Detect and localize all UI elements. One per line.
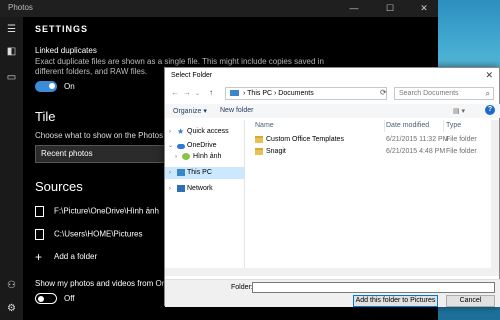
tile-heading: Tile xyxy=(35,109,56,124)
folder-input[interactable] xyxy=(252,282,495,293)
linked-duplicates-state: On xyxy=(64,82,75,91)
source-folder-row[interactable]: C:\Users\HOME\Pictures xyxy=(35,229,142,240)
cancel-button[interactable]: Cancel xyxy=(446,295,495,307)
network-icon xyxy=(177,185,185,192)
file-type: File folder xyxy=(446,136,477,143)
dialog-close-icon[interactable]: ✕ xyxy=(485,70,493,81)
tree-item-label: Network xyxy=(187,185,213,192)
file-type: File folder xyxy=(446,148,477,155)
tree-item-quick-access[interactable]: › ★ Quick access xyxy=(165,126,245,138)
column-date-modified[interactable]: Date modified xyxy=(386,122,429,129)
toggle-knob xyxy=(49,83,55,89)
navigation-tree: › ★ Quick access ⌄ OneDrive › Hình ảnh ›… xyxy=(165,120,245,276)
person-icon[interactable]: ⚇ xyxy=(0,275,23,297)
breadcrumb-documents[interactable]: Documents xyxy=(278,90,313,97)
source-folder-path: F:\Picture\OneDrive\Hình ảnh xyxy=(54,206,159,216)
tree-item-this-pc[interactable]: › This PC xyxy=(165,167,245,179)
column-headers: Name Date modified Type xyxy=(247,120,500,132)
navigation-bar: ← → ⌄ ↑ › This PC › Documents ⟳ Search D… xyxy=(165,85,500,103)
onedrive-label: Show my photos and videos from One xyxy=(35,279,171,288)
dialog-toolbar: Organize ▾ New folder ▤ ▾ ? xyxy=(165,104,500,118)
window-title: Photos xyxy=(8,3,33,12)
nav-rail: ☰ ◧ ▭ ⚇ ⚙ xyxy=(0,17,23,320)
pc-icon xyxy=(230,90,239,97)
organize-button[interactable]: Organize ▾ xyxy=(173,107,207,115)
tree-item-label: This PC xyxy=(187,169,212,176)
add-folder-button[interactable]: + Add a folder xyxy=(35,250,97,264)
search-placeholder: Search Documents xyxy=(399,90,459,97)
back-arrow-icon[interactable]: ← xyxy=(171,88,179,97)
tree-item-network[interactable]: › Network xyxy=(165,183,245,195)
folder-label: Folder: xyxy=(231,284,253,291)
close-button[interactable]: ✕ xyxy=(412,0,436,17)
history-chevron-icon[interactable]: ⌄ xyxy=(195,90,200,97)
dialog-title: Select Folder xyxy=(171,72,213,79)
up-arrow-icon[interactable]: ↑ xyxy=(209,88,213,97)
maximize-button[interactable]: ☐ xyxy=(378,0,402,17)
linked-duplicates-toggle[interactable] xyxy=(35,81,57,92)
gear-icon[interactable]: ⚙ xyxy=(0,298,23,320)
back-icon[interactable]: ◧ xyxy=(0,41,23,63)
folder-bar: Folder: Add this folder to Pictures Canc… xyxy=(165,279,500,307)
file-name: Custom Office Templates xyxy=(266,136,344,143)
folder-icon xyxy=(255,136,263,143)
source-folder-row[interactable]: F:\Picture\OneDrive\Hình ảnh xyxy=(35,206,159,217)
search-icon: ⌕ xyxy=(485,89,490,98)
help-icon[interactable]: ? xyxy=(485,105,495,115)
file-row[interactable]: Snagit 6/21/2015 4:48 PM File folder xyxy=(247,148,500,158)
expand-icon: › xyxy=(169,129,171,135)
new-folder-button[interactable]: New folder xyxy=(220,107,253,114)
sources-heading: Sources xyxy=(35,179,83,194)
star-icon: ★ xyxy=(177,127,185,136)
horizontal-scrollbar[interactable] xyxy=(165,268,493,276)
column-divider xyxy=(384,120,385,132)
tree-item-label: Quick access xyxy=(187,128,229,135)
linked-duplicates-label: Linked duplicates xyxy=(35,46,97,55)
add-folder-label: Add a folder xyxy=(54,252,98,262)
file-name: Snagit xyxy=(266,148,286,155)
expand-icon: › xyxy=(169,170,171,176)
address-bar[interactable]: › This PC › Documents xyxy=(225,87,387,100)
tree-item-label: Hình ảnh xyxy=(193,153,222,160)
column-divider xyxy=(443,120,444,132)
vertical-scrollbar[interactable] xyxy=(491,120,499,276)
forward-arrow-icon[interactable]: → xyxy=(183,88,191,97)
folder-icon xyxy=(35,229,44,240)
file-row[interactable]: Custom Office Templates 6/21/2015 11:32 … xyxy=(247,136,500,146)
minimize-button[interactable]: — xyxy=(342,0,366,17)
folder-icon xyxy=(255,148,263,155)
breadcrumb-this-pc[interactable]: This PC xyxy=(247,90,272,97)
title-bar: Photos — ☐ ✕ xyxy=(0,0,438,17)
column-type[interactable]: Type xyxy=(446,122,461,129)
tile-dropdown[interactable]: Recent photos xyxy=(35,145,165,163)
slideshow-icon[interactable]: ▭ xyxy=(0,67,23,89)
tile-description: Choose what to show on the Photos ti xyxy=(35,131,170,140)
page-title: SETTINGS xyxy=(35,24,89,34)
toggle-knob xyxy=(38,295,44,302)
view-options-icon[interactable]: ▤ ▾ xyxy=(453,107,465,115)
pc-icon xyxy=(177,169,185,176)
cloud-icon xyxy=(177,144,185,149)
source-folder-path: C:\Users\HOME\Pictures xyxy=(54,229,143,239)
onedrive-state: Off xyxy=(64,294,75,303)
search-input[interactable]: Search Documents ⌕ xyxy=(394,87,494,100)
column-name[interactable]: Name xyxy=(255,122,274,129)
file-date: 6/21/2015 4:48 PM xyxy=(386,148,446,155)
onedrive-toggle[interactable] xyxy=(35,293,57,304)
select-folder-dialog: Select Folder ✕ ← → ⌄ ↑ › This PC › Docu… xyxy=(164,67,500,307)
add-folder-to-pictures-button[interactable]: Add this folder to Pictures xyxy=(353,295,438,307)
hamburger-icon[interactable]: ☰ xyxy=(0,19,23,41)
tree-item-pictures[interactable]: › Hình ảnh xyxy=(165,151,245,163)
expand-icon: › xyxy=(169,186,171,192)
plus-icon: + xyxy=(35,250,43,264)
file-date: 6/21/2015 11:32 PM xyxy=(386,136,449,143)
expand-icon: › xyxy=(175,154,177,160)
folder-icon xyxy=(35,206,44,217)
refresh-icon[interactable]: ⟳ xyxy=(380,88,387,97)
pictures-icon xyxy=(182,153,190,160)
